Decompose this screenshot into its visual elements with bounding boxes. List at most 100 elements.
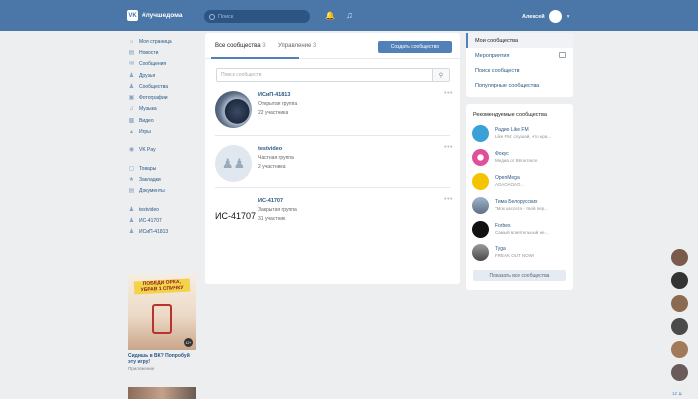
video-icon: ▩ — [128, 117, 135, 124]
right-menu: Мои сообщества Мероприятия Поиск сообщес… — [466, 33, 573, 97]
list-item[interactable]: Тима Белорусских "Мок кассета - твой пер… — [472, 197, 570, 217]
communities-icon: ♟ — [128, 83, 135, 90]
divider — [215, 135, 450, 136]
more-icon[interactable]: ••• — [444, 196, 453, 203]
avatar[interactable] — [671, 341, 688, 358]
community-name[interactable]: Радио Like FM — [495, 127, 529, 133]
header-search[interactable] — [204, 10, 310, 23]
vk-logo-icon: VK — [127, 10, 138, 21]
community-avatar[interactable]: ИС-41707 — [215, 197, 256, 234]
sidebar-item-news[interactable]: ▤ Новости — [128, 47, 198, 58]
more-icon[interactable]: ••• — [444, 90, 453, 97]
sidebar-item-my-page[interactable]: ⌂ Моя страница — [128, 36, 198, 47]
music-icon[interactable]: ♫ — [346, 11, 353, 20]
list-item[interactable]: Forbes Самый влиятельный не... — [472, 221, 570, 241]
sidebar-item-games[interactable]: ▴ Игры — [128, 126, 198, 137]
search-icon — [209, 13, 215, 20]
community-type: Частная группа — [258, 155, 294, 161]
sidebar-item-photos[interactable]: ▣ Фотографии — [128, 92, 198, 103]
community-members[interactable]: 22 участника — [258, 110, 288, 116]
user-name: Алексей — [522, 13, 545, 20]
sidebar-item-label: Музыка — [139, 106, 157, 113]
header-search-input[interactable] — [218, 13, 308, 20]
list-item[interactable]: ИСиП-41813 Открытая группа 22 участника … — [215, 90, 455, 139]
show-all-communities-button[interactable]: Показать все сообщества — [473, 270, 566, 281]
sidebar-item-communities[interactable]: ♟ Сообщества — [128, 81, 198, 92]
ad-subtitle: Приложение — [128, 366, 155, 371]
avatar[interactable] — [671, 249, 688, 266]
sidebar-item-goods[interactable]: ▢ Товары — [128, 163, 198, 174]
community-name[interactable]: Фокус — [495, 151, 509, 157]
community-avatar[interactable] — [472, 173, 489, 190]
sidebar-item-label: Друзья — [139, 72, 156, 79]
sidebar-item-group-isip41813[interactable]: ♟ ИСиП-41813 — [128, 226, 198, 237]
star-icon: ★ — [128, 176, 135, 183]
ad-image-2[interactable] — [128, 387, 196, 399]
avatar[interactable] — [671, 295, 688, 312]
community-avatar[interactable] — [472, 221, 489, 238]
recommended-communities: Рекомендуемые сообщества Радио Like FM L… — [466, 104, 573, 290]
logo[interactable]: VK #лучшедома — [127, 10, 182, 21]
menu-item-popular[interactable]: Популярные сообщества — [466, 78, 573, 93]
sidebar-item-video[interactable]: ▩ Видео — [128, 115, 198, 126]
tab-management[interactable]: Управление 3 — [278, 43, 316, 49]
people-icon: ♟♟ — [221, 155, 246, 171]
community-avatar[interactable] — [472, 149, 489, 166]
sidebar-item-group-testvideo[interactable]: ♟ testvideo — [128, 204, 198, 215]
sidebar-item-vkpay[interactable]: ◉ VK Pay — [128, 145, 198, 156]
news-icon: ▤ — [128, 49, 135, 56]
tab-all-communities[interactable]: Все сообщества 3 — [215, 43, 266, 49]
sidebar-item-music[interactable]: ♫ Музыка — [128, 104, 198, 115]
community-name[interactable]: OpenMega — [495, 175, 520, 181]
sidebar-item-messages[interactable]: ✉ Сообщения — [128, 59, 198, 70]
communities-search[interactable]: ⚲ — [216, 68, 450, 82]
menu-item-events[interactable]: Мероприятия — [466, 48, 573, 63]
avatar[interactable] — [671, 318, 688, 335]
community-name[interactable]: ИСиП-41813 — [258, 92, 290, 98]
list-item[interactable]: Фокус Медиа от ВКонтакте — [472, 149, 570, 169]
community-avatar[interactable] — [472, 244, 489, 261]
avatar[interactable] — [671, 272, 688, 289]
list-item[interactable]: ИС-41707 ИС-41707 Закрытая группа 31 уча… — [215, 196, 455, 245]
divider — [215, 187, 450, 188]
sidebar-item-group-is41707[interactable]: ♟ ИС-41707 — [128, 215, 198, 226]
music-icon: ♫ — [129, 106, 134, 113]
divider — [128, 197, 198, 204]
list-item[interactable]: Tyga FREAK OUT NOW! — [472, 244, 570, 264]
community-name[interactable]: testvideo — [258, 146, 282, 152]
community-avatar[interactable] — [215, 91, 252, 128]
menu-item-my-communities[interactable]: Мои сообщества — [466, 33, 573, 48]
communities-search-input[interactable] — [217, 69, 431, 81]
goods-icon: ▢ — [128, 165, 135, 172]
community-avatar[interactable] — [472, 197, 489, 214]
community-avatar[interactable]: ♟♟ — [215, 145, 252, 182]
bell-icon[interactable]: 🔔 — [325, 12, 335, 20]
sidebar-item-friends[interactable]: ♟ Друзья — [128, 70, 198, 81]
community-name[interactable]: Forbes — [495, 223, 511, 229]
friends-count[interactable]: 12 ⇊ — [672, 391, 682, 397]
community-members[interactable]: 2 участника — [258, 164, 285, 170]
community-avatar[interactable] — [472, 125, 489, 142]
user-menu[interactable]: Алексей ▼ — [522, 10, 571, 23]
community-description: FREAK OUT NOW! — [495, 253, 535, 258]
menu-item-search-communities[interactable]: Поиск сообществ — [466, 63, 573, 78]
ad-block[interactable]: ПОБЕДИ ОРКА, УБРАВ 1 СПИЧКУ 12+ Сидишь в… — [128, 274, 196, 371]
list-item[interactable]: Радио Like FM Like FM: слушай, что нра..… — [472, 125, 570, 145]
avatar — [548, 10, 562, 23]
create-community-button[interactable]: Создать сообщество — [378, 41, 452, 53]
community-name[interactable]: Тима Белорусских — [495, 199, 538, 205]
avatar[interactable] — [671, 364, 688, 381]
list-item[interactable]: OpenMega АОАОАОАО... — [472, 173, 570, 193]
left-sidebar: ⌂ Моя страница ▤ Новости ✉ Сообщения ♟ Друзь… — [128, 36, 198, 238]
sidebar-item-label: Закладки — [139, 176, 161, 183]
ad-image[interactable]: ПОБЕДИ ОРКА, УБРАВ 1 СПИЧКУ 12+ — [128, 274, 196, 350]
community-name[interactable]: ИС-41707 — [258, 198, 283, 204]
sidebar-item-docs[interactable]: ▤ Документы — [128, 186, 198, 197]
ad-title[interactable]: Сидишь в ВК? Попробуй эту игру! — [128, 353, 196, 365]
community-name[interactable]: Tyga — [495, 246, 506, 252]
search-icon[interactable]: ⚲ — [432, 69, 449, 81]
sidebar-item-bookmarks[interactable]: ★ Закладки — [128, 174, 198, 185]
more-icon[interactable]: ••• — [444, 144, 453, 151]
community-members[interactable]: 31 участник — [258, 216, 285, 222]
list-item[interactable]: ♟♟ testvideo Частная группа 2 участника … — [215, 144, 455, 193]
